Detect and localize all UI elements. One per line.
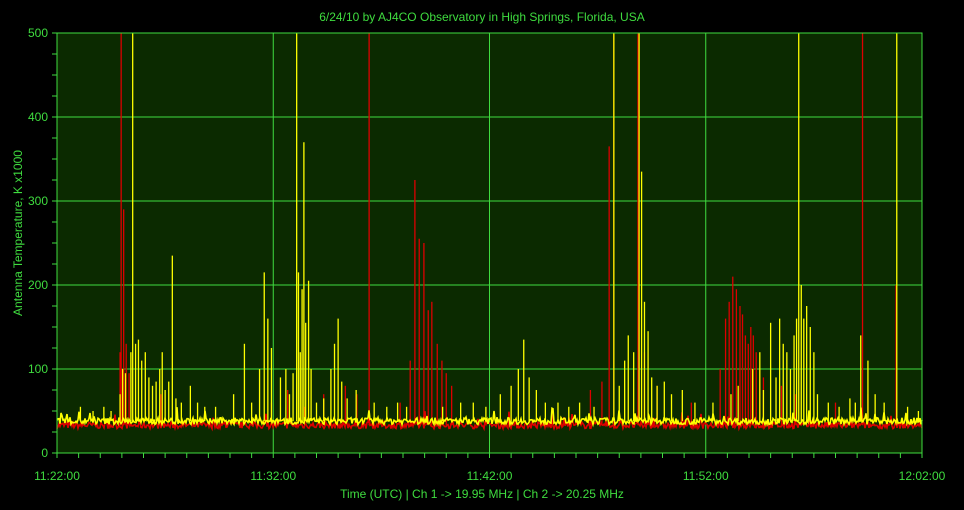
x-axis-label: Time (UTC) | Ch 1 -> 19.95 MHz | Ch 2 ->… <box>340 487 624 501</box>
x-tick-label: 12:02:00 <box>899 469 946 483</box>
chart: 0 100 200 300 400 500 11:22:00 11:32:00 11:42:0… <box>28 26 946 483</box>
y-tick-label: 0 <box>41 446 48 460</box>
chart-title: 6/24/10 by AJ4CO Observatory in High Spr… <box>319 10 645 24</box>
x-tick-labels: 11:22:00 11:32:00 11:42:00 11:52:00 12:02:00 <box>34 469 946 483</box>
y-tick-label: 100 <box>28 362 48 376</box>
y-tick-label: 300 <box>28 194 48 208</box>
x-tick-label: 11:42:00 <box>467 469 513 483</box>
y-axis-label: Antenna Temperature, K x1000 <box>11 150 25 316</box>
x-tick-label: 11:32:00 <box>250 469 296 483</box>
y-tick-labels: 0 100 200 300 400 500 <box>28 26 48 460</box>
x-tick-label: 11:22:00 <box>34 469 80 483</box>
y-tick-label: 500 <box>28 26 48 40</box>
y-tick-label: 400 <box>28 110 48 124</box>
y-tick-label: 200 <box>28 278 48 292</box>
x-tick-label: 11:52:00 <box>683 469 729 483</box>
